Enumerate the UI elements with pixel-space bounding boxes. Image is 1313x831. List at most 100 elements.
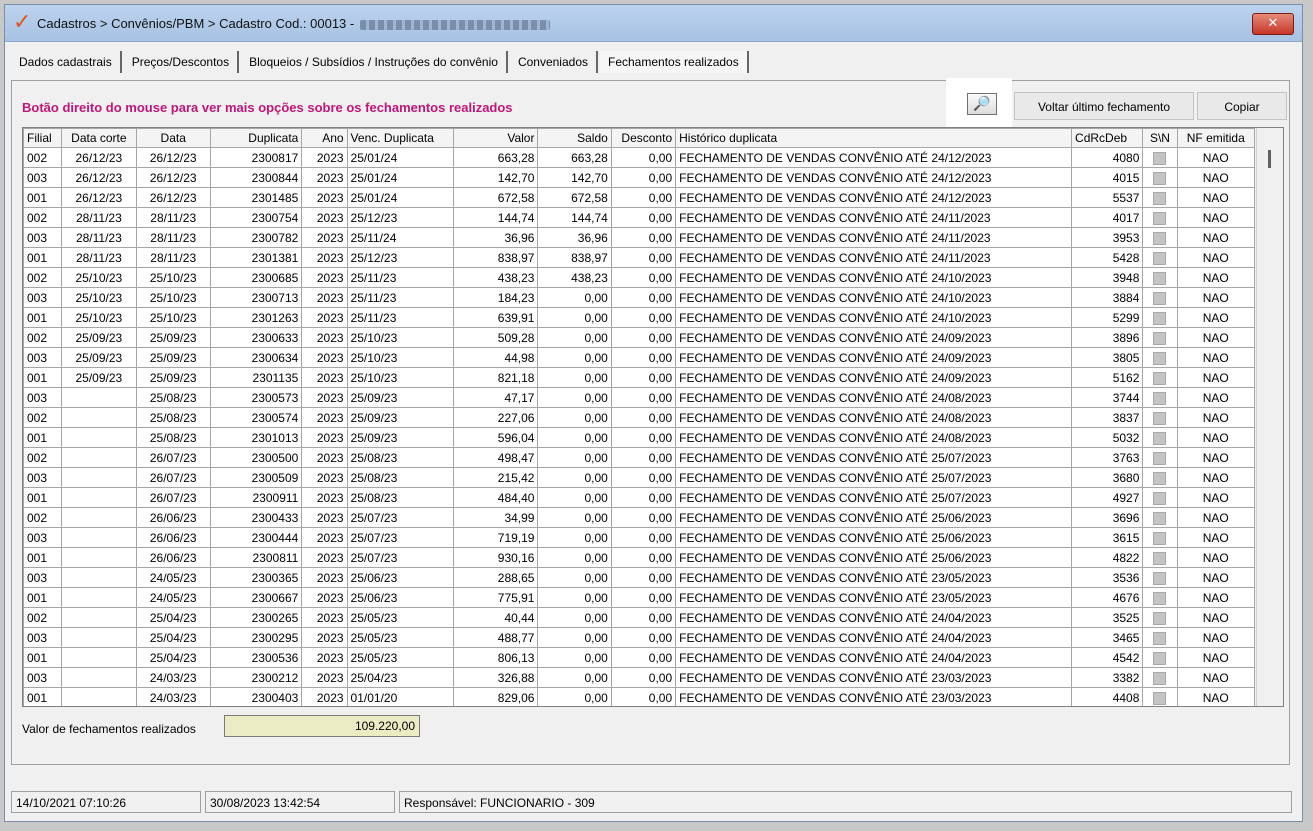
- table-row[interactable]: 001 26/06/23 2300811 2023 25/07/23 930,16 0,00…: [23, 547, 1256, 568]
- cell-sn[interactable]: [1142, 247, 1178, 268]
- table-row[interactable]: 001 24/05/23 2300667 2023 25/06/23 775,91 0,00…: [23, 587, 1256, 608]
- sn-checkbox[interactable]: [1153, 211, 1167, 225]
- table-row[interactable]: 001 25/08/23 2301013 2023 25/09/23 596,04 0,00…: [23, 427, 1256, 448]
- cell-sn[interactable]: [1142, 627, 1178, 648]
- sn-checkbox[interactable]: [1153, 451, 1167, 465]
- cell-sn[interactable]: [1142, 327, 1178, 348]
- col-ano[interactable]: Ano: [301, 128, 348, 148]
- table-row[interactable]: 002 25/08/23 2300574 2023 25/09/23 227,06 0,00…: [23, 407, 1256, 428]
- table-row[interactable]: 001 25/09/23 25/09/23 2301135 2023 25/10/23 82…: [23, 367, 1256, 388]
- sn-checkbox[interactable]: [1153, 151, 1167, 165]
- table-row[interactable]: 002 26/07/23 2300500 2023 25/08/23 498,47 0,00…: [23, 447, 1256, 468]
- sn-checkbox[interactable]: [1153, 611, 1167, 625]
- sn-checkbox[interactable]: [1153, 311, 1167, 325]
- sn-checkbox[interactable]: [1153, 291, 1167, 305]
- col-historico[interactable]: Histórico duplicata: [675, 128, 1073, 148]
- table-row[interactable]: 003 25/08/23 2300573 2023 25/09/23 47,17 0,00 0…: [23, 387, 1256, 408]
- table-row[interactable]: 002 26/12/23 26/12/23 2300817 2023 25/01/24 66…: [23, 147, 1256, 168]
- table-row[interactable]: 003 25/04/23 2300295 2023 25/05/23 488,77 0,00…: [23, 627, 1256, 648]
- table-row[interactable]: 002 25/10/23 25/10/23 2300685 2023 25/11/23 43…: [23, 267, 1256, 288]
- cell-sn[interactable]: [1142, 347, 1178, 368]
- table-row[interactable]: 001 26/12/23 26/12/23 2301485 2023 25/01/24 67…: [23, 187, 1256, 208]
- sn-checkbox[interactable]: [1153, 531, 1167, 545]
- cell-sn[interactable]: [1142, 147, 1178, 168]
- table-row[interactable]: 003 26/12/23 26/12/23 2300844 2023 25/01/24 14…: [23, 167, 1256, 188]
- table-row[interactable]: 003 25/10/23 25/10/23 2300713 2023 25/11/23 18…: [23, 287, 1256, 308]
- cell-sn[interactable]: [1142, 387, 1178, 408]
- cell-sn[interactable]: [1142, 547, 1178, 568]
- tab-conveniados[interactable]: Conveniados: [509, 51, 598, 73]
- col-data[interactable]: Data: [135, 128, 211, 148]
- col-duplicata[interactable]: Duplicata: [209, 128, 303, 148]
- cell-sn[interactable]: [1142, 647, 1178, 668]
- cell-sn[interactable]: [1142, 187, 1178, 208]
- scroll-thumb[interactable]: [1268, 150, 1271, 168]
- sn-checkbox[interactable]: [1153, 391, 1167, 405]
- table-row[interactable]: 003 25/09/23 25/09/23 2300634 2023 25/10/23 44…: [23, 347, 1256, 368]
- sn-checkbox[interactable]: [1153, 171, 1167, 185]
- tab-fechamentos-realizados[interactable]: Fechamentos realizados: [600, 51, 749, 73]
- sn-checkbox[interactable]: [1153, 571, 1167, 585]
- col-saldo[interactable]: Saldo: [537, 128, 612, 148]
- cell-sn[interactable]: [1142, 607, 1178, 628]
- sn-checkbox[interactable]: [1153, 271, 1167, 285]
- cell-sn[interactable]: [1142, 487, 1178, 508]
- sn-checkbox[interactable]: [1153, 251, 1167, 265]
- cell-sn[interactable]: [1142, 307, 1178, 328]
- sn-checkbox[interactable]: [1153, 671, 1167, 685]
- col-valor[interactable]: Valor: [453, 128, 539, 148]
- sn-checkbox[interactable]: [1153, 411, 1167, 425]
- sn-checkbox[interactable]: [1153, 651, 1167, 665]
- fechamentos-grid[interactable]: Filial Data corte Data Duplicata Ano Ven…: [22, 127, 1284, 707]
- close-icon[interactable]: ✕: [1252, 13, 1294, 35]
- sn-checkbox[interactable]: [1153, 631, 1167, 645]
- table-row[interactable]: 002 25/04/23 2300265 2023 25/05/23 40,44 0,00 0…: [23, 607, 1256, 628]
- col-venc-duplicata[interactable]: Venc. Duplicata: [346, 128, 455, 148]
- sn-checkbox[interactable]: [1153, 371, 1167, 385]
- cell-sn[interactable]: [1142, 287, 1178, 308]
- vertical-scrollbar[interactable]: [1256, 128, 1283, 706]
- voltar-ultimo-fechamento-button[interactable]: Voltar último fechamento: [1014, 92, 1194, 120]
- col-desconto[interactable]: Desconto: [610, 128, 677, 148]
- cell-sn[interactable]: [1142, 687, 1178, 706]
- table-row[interactable]: 003 24/05/23 2300365 2023 25/06/23 288,65 0,00…: [23, 567, 1256, 588]
- cell-sn[interactable]: [1142, 527, 1178, 548]
- table-row[interactable]: 003 24/03/23 2300212 2023 25/04/23 326,88 0,00…: [23, 667, 1256, 688]
- table-row[interactable]: 001 26/07/23 2300911 2023 25/08/23 484,40 0,00…: [23, 487, 1256, 508]
- table-row[interactable]: 002 28/11/23 28/11/23 2300754 2023 25/12/23 14…: [23, 207, 1256, 228]
- tab-bloqueios[interactable]: Bloqueios / Subsídios / Instruções do co…: [241, 51, 508, 73]
- tab-precos-descontos[interactable]: Preços/Descontos: [123, 51, 240, 73]
- table-row[interactable]: 001 25/10/23 25/10/23 2301263 2023 25/11/23 63…: [23, 307, 1256, 328]
- cell-sn[interactable]: [1142, 427, 1178, 448]
- sn-checkbox[interactable]: [1153, 491, 1167, 505]
- table-row[interactable]: 001 28/11/23 28/11/23 2301381 2023 25/12/23 83…: [23, 247, 1256, 268]
- sn-checkbox[interactable]: [1153, 511, 1167, 525]
- cell-sn[interactable]: [1142, 207, 1178, 228]
- cell-sn[interactable]: [1142, 367, 1178, 388]
- sn-checkbox[interactable]: [1153, 331, 1167, 345]
- cell-sn[interactable]: [1142, 267, 1178, 288]
- cell-sn[interactable]: [1142, 667, 1178, 688]
- sn-checkbox[interactable]: [1153, 691, 1167, 705]
- table-row[interactable]: 001 24/03/23 2300403 2023 01/01/20 829,06 0,00…: [23, 687, 1256, 706]
- cell-sn[interactable]: [1142, 507, 1178, 528]
- cell-sn[interactable]: [1142, 227, 1178, 248]
- tab-dados-cadastrais[interactable]: Dados cadastrais: [11, 51, 122, 73]
- sn-checkbox[interactable]: [1153, 231, 1167, 245]
- sn-checkbox[interactable]: [1153, 551, 1167, 565]
- cell-sn[interactable]: [1142, 567, 1178, 588]
- sn-checkbox[interactable]: [1153, 471, 1167, 485]
- col-nf-emitida[interactable]: NF emitida: [1176, 128, 1256, 148]
- sn-checkbox[interactable]: [1153, 191, 1167, 205]
- table-row[interactable]: 003 26/06/23 2300444 2023 25/07/23 719,19 0,00…: [23, 527, 1256, 548]
- sn-checkbox[interactable]: [1153, 431, 1167, 445]
- col-cdrcdeb[interactable]: CdRcDeb: [1071, 128, 1144, 148]
- magnifier-icon[interactable]: 🔎: [967, 93, 997, 115]
- cell-sn[interactable]: [1142, 467, 1178, 488]
- table-row[interactable]: 003 28/11/23 28/11/23 2300782 2023 25/11/24 36…: [23, 227, 1256, 248]
- copiar-button[interactable]: Copiar: [1197, 92, 1287, 120]
- cell-sn[interactable]: [1142, 587, 1178, 608]
- table-row[interactable]: 002 26/06/23 2300433 2023 25/07/23 34,99 0,00 0…: [23, 507, 1256, 528]
- cell-sn[interactable]: [1142, 407, 1178, 428]
- table-row[interactable]: 002 25/09/23 25/09/23 2300633 2023 25/10/23 50…: [23, 327, 1256, 348]
